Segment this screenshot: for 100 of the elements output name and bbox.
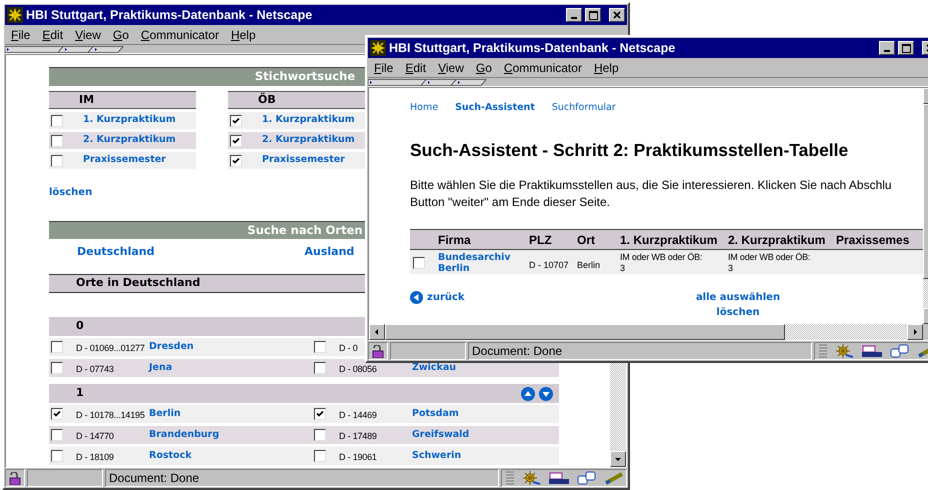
section-title: Suche nach Orten bbox=[247, 222, 363, 239]
scroll-down-button[interactable] bbox=[610, 451, 626, 467]
city-link[interactable]: Potsdam bbox=[412, 406, 459, 422]
table-cell-text: IM oder WB oder ÖB: 3 bbox=[620, 252, 704, 274]
checkbox[interactable] bbox=[314, 362, 326, 374]
postcode-text: D - 01069...01277 bbox=[76, 343, 145, 353]
postcode-text: D - 19061 bbox=[339, 452, 377, 462]
table-cell-text: IM oder WB oder ÖB: 3 bbox=[728, 252, 812, 274]
option-link[interactable]: Praxissemester bbox=[262, 153, 345, 168]
collapsed-toolbar-drawing[interactable] bbox=[368, 78, 488, 86]
city-link[interactable]: Greifswald bbox=[412, 428, 470, 442]
postcode-text: D - 08056 bbox=[339, 364, 377, 374]
checkbox[interactable] bbox=[413, 257, 425, 269]
menu-item[interactable]: Communicator bbox=[504, 58, 582, 76]
clear-link[interactable]: löschen bbox=[716, 305, 760, 320]
checkbox[interactable] bbox=[51, 341, 63, 353]
checkbox[interactable] bbox=[51, 450, 63, 462]
checkbox[interactable] bbox=[51, 154, 63, 166]
ship-wheel-icon[interactable] bbox=[834, 344, 854, 358]
maximize-button[interactable] bbox=[898, 41, 914, 55]
inbox-tray-icon[interactable] bbox=[548, 471, 570, 485]
company-link[interactable]: Bundesarchiv Berlin bbox=[438, 252, 518, 274]
column-header: Praxissemes bbox=[836, 232, 910, 246]
star-logo-icon bbox=[7, 7, 23, 23]
nav-link[interactable]: Such-Assistent bbox=[455, 100, 535, 116]
scroll-thumb[interactable] bbox=[385, 324, 785, 340]
menu-item[interactable]: Go bbox=[476, 58, 492, 76]
window-title: HBI Stuttgart, Praktikums-Datenbank - Netscape bbox=[26, 6, 312, 24]
status-text: Document: Done bbox=[472, 343, 562, 360]
column-title: IM bbox=[79, 92, 94, 108]
page-heading: Such-Assistent - Schritt 2: Praktikumsstellen-Tabelle bbox=[410, 139, 850, 161]
checkbox[interactable] bbox=[51, 408, 63, 420]
star-logo-icon bbox=[370, 40, 386, 56]
country-link[interactable]: Ausland bbox=[304, 244, 354, 260]
option-link[interactable]: 2. Kurzpraktikum bbox=[83, 133, 176, 148]
checkbox[interactable] bbox=[314, 429, 326, 441]
chat-bubbles-icon[interactable] bbox=[577, 471, 597, 485]
city-link[interactable]: Brandenburg bbox=[149, 428, 220, 442]
option-link[interactable]: 1. Kurzpraktikum bbox=[83, 113, 176, 128]
select-all-link[interactable]: alle auswählen bbox=[696, 290, 780, 305]
menu-item[interactable]: Edit bbox=[405, 58, 426, 76]
option-link[interactable]: Praxissemester bbox=[83, 153, 166, 168]
menu-item[interactable]: Communicator bbox=[140, 26, 219, 44]
city-link[interactable]: Schwerin bbox=[412, 448, 462, 464]
close-button[interactable] bbox=[609, 8, 625, 22]
menu-item[interactable]: Go bbox=[112, 26, 129, 44]
section-title: Stichwortsuche bbox=[254, 68, 356, 86]
postcode-text: D - 0 bbox=[339, 343, 358, 353]
menu-item[interactable]: Help bbox=[230, 26, 256, 44]
ship-wheel-icon[interactable] bbox=[521, 471, 541, 485]
padlock-icon[interactable] bbox=[371, 344, 385, 358]
city-link[interactable]: Dresden bbox=[149, 340, 194, 354]
back-link[interactable]: zurück bbox=[427, 290, 465, 305]
checkbox[interactable] bbox=[51, 134, 63, 146]
maximize-button[interactable] bbox=[585, 8, 601, 22]
menu-item[interactable]: Edit bbox=[42, 26, 64, 44]
country-link[interactable]: Deutschland bbox=[77, 244, 154, 260]
column-header: Ort bbox=[577, 232, 595, 246]
column-header: Firma bbox=[438, 232, 471, 246]
group-title: 1 bbox=[76, 385, 84, 402]
clear-link[interactable]: löschen bbox=[49, 184, 92, 200]
postcode-text: D - 18109 bbox=[76, 452, 114, 462]
chat-bubbles-icon[interactable] bbox=[890, 344, 910, 358]
city-link[interactable]: Jena bbox=[149, 360, 172, 376]
city-link[interactable]: Berlin bbox=[149, 406, 181, 422]
menu-item[interactable]: View bbox=[438, 58, 464, 76]
menu-item[interactable]: File bbox=[374, 58, 394, 76]
checkbox[interactable] bbox=[230, 114, 242, 126]
checkbox[interactable] bbox=[314, 341, 326, 353]
option-link[interactable]: 1. Kurzpraktikum bbox=[262, 113, 355, 128]
scroll-right-button[interactable] bbox=[907, 324, 923, 340]
menu-item[interactable]: View bbox=[75, 26, 101, 44]
menu-item[interactable]: File bbox=[11, 26, 30, 44]
minimize-button[interactable] bbox=[879, 41, 895, 55]
intro-paragraph: Bitte wählen Sie die Praktikumsstellen aus, die Sie interessieren. Klicken Sie nach Abschlu Button "weiter" am Ende dieser Seite. bbox=[410, 177, 893, 211]
minimize-button[interactable] bbox=[566, 8, 582, 22]
checkbox[interactable] bbox=[51, 362, 63, 374]
checkbox[interactable] bbox=[51, 114, 63, 126]
column-header: PLZ bbox=[529, 232, 552, 246]
postcode-text: D - 10178...14195 bbox=[76, 410, 145, 420]
checkbox[interactable] bbox=[230, 154, 242, 166]
checkbox[interactable] bbox=[314, 408, 326, 420]
table-cell: D - 10707 bbox=[529, 260, 569, 270]
nav-link[interactable]: Suchformular bbox=[552, 100, 616, 116]
pen-icon[interactable] bbox=[604, 471, 624, 485]
city-link[interactable]: Zwickau bbox=[412, 360, 456, 376]
checkbox[interactable] bbox=[51, 429, 63, 441]
padlock-icon[interactable] bbox=[8, 472, 22, 484]
city-link[interactable]: Rostock bbox=[149, 448, 192, 464]
maximize-icon bbox=[902, 44, 910, 52]
checkbox[interactable] bbox=[230, 134, 242, 146]
column-title: ÖB bbox=[258, 92, 276, 108]
menu-item[interactable]: Help bbox=[594, 58, 619, 76]
scroll-left-button[interactable] bbox=[369, 324, 385, 340]
horizontal-scrollbar[interactable] bbox=[369, 324, 923, 340]
checkbox[interactable] bbox=[314, 450, 326, 462]
option-link[interactable]: 2. Kurzpraktikum bbox=[262, 133, 355, 148]
nav-link[interactable]: Home bbox=[410, 100, 438, 116]
collapsed-toolbar-drawing[interactable] bbox=[5, 46, 125, 52]
inbox-tray-icon[interactable] bbox=[861, 344, 883, 358]
